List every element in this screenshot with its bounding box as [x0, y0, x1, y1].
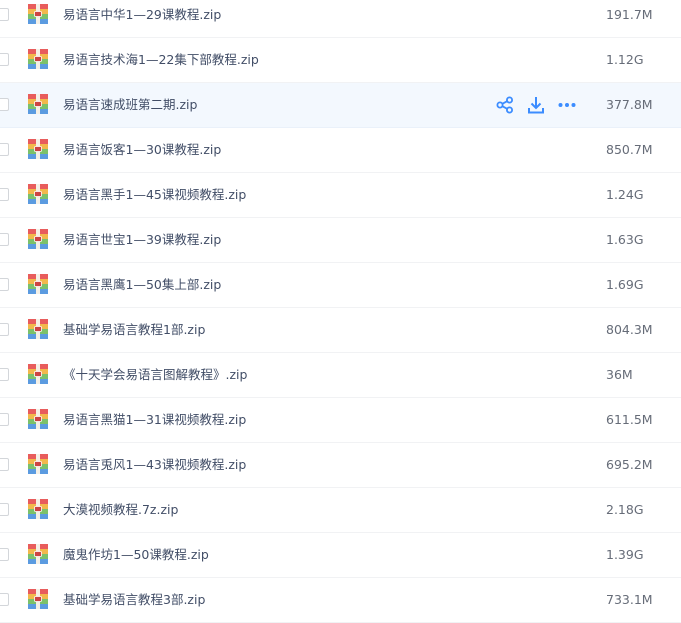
archive-file-icon	[28, 94, 48, 114]
file-name[interactable]: 基础学易语言教程1部.zip	[63, 308, 205, 352]
file-size: 1.24G	[606, 187, 644, 202]
archive-file-icon	[28, 4, 48, 24]
file-name[interactable]: 魔鬼作坊1—50课教程.zip	[63, 533, 209, 577]
archive-file-icon	[28, 229, 48, 249]
file-row[interactable]: 易语言技术海1—22集下部教程.zip 1.12G	[0, 38, 681, 83]
row-checkbox[interactable]	[0, 143, 9, 156]
file-name[interactable]: 易语言黑手1—45课视频教程.zip	[63, 173, 246, 217]
row-checkbox[interactable]	[0, 503, 9, 516]
file-row[interactable]: 易语言黑手1—45课视频教程.zip 1.24G	[0, 173, 681, 218]
file-name[interactable]: 易语言世宝1—39课教程.zip	[63, 218, 221, 262]
file-size: 1.39G	[606, 547, 644, 562]
file-row[interactable]: 易语言黑猫1—31课视频教程.zip 611.5M	[0, 398, 681, 443]
archive-file-icon	[28, 544, 48, 564]
file-name[interactable]: 易语言黑鹰1—50集上部.zip	[63, 263, 221, 307]
file-name[interactable]: 易语言黑猫1—31课视频教程.zip	[63, 398, 246, 442]
file-row[interactable]: 易语言中华1—29课教程.zip 191.7M	[0, 0, 681, 38]
file-name[interactable]: 易语言兎风1—43课视频教程.zip	[63, 443, 246, 487]
archive-file-icon	[28, 454, 48, 474]
row-checkbox[interactable]	[0, 233, 9, 246]
file-size: 611.5M	[606, 412, 653, 427]
file-size: 1.63G	[606, 232, 644, 247]
row-checkbox[interactable]	[0, 53, 9, 66]
archive-file-icon	[28, 499, 48, 519]
archive-file-icon	[28, 364, 48, 384]
archive-file-icon	[28, 589, 48, 609]
archive-file-icon	[28, 139, 48, 159]
download-icon[interactable]	[526, 95, 546, 115]
archive-file-icon	[28, 49, 48, 69]
row-checkbox[interactable]	[0, 413, 9, 426]
file-row[interactable]: 易语言黑鹰1—50集上部.zip 1.69G	[0, 263, 681, 308]
file-name[interactable]: 易语言饭客1—30课教程.zip	[63, 128, 221, 172]
row-checkbox[interactable]	[0, 458, 9, 471]
row-checkbox[interactable]	[0, 368, 9, 381]
file-row[interactable]: 大漠视频教程.7z.zip 2.18G	[0, 488, 681, 533]
file-size: 804.3M	[606, 322, 653, 337]
file-row[interactable]: 易语言兎风1—43课视频教程.zip 695.2M	[0, 443, 681, 488]
file-size: 695.2M	[606, 457, 653, 472]
file-row[interactable]: 《十天学会易语言图解教程》.zip 36M	[0, 353, 681, 398]
file-row[interactable]: 魔鬼作坊1—50课教程.zip 1.39G	[0, 533, 681, 578]
archive-file-icon	[28, 274, 48, 294]
file-size: 2.18G	[606, 502, 644, 517]
file-list: 易语言中华1—29课教程.zip 191.7M 易语言技术海1—22集下部教程.…	[0, 0, 681, 623]
file-name[interactable]: 《十天学会易语言图解教程》.zip	[63, 353, 247, 397]
file-row[interactable]: 基础学易语言教程3部.zip 733.1M	[0, 578, 681, 623]
row-checkbox[interactable]	[0, 188, 9, 201]
archive-file-icon	[28, 184, 48, 204]
file-name[interactable]: 易语言速成班第二期.zip	[63, 83, 197, 127]
row-checkbox[interactable]	[0, 593, 9, 606]
file-size: 191.7M	[606, 7, 653, 22]
file-size: 850.7M	[606, 142, 653, 157]
file-name[interactable]: 大漠视频教程.7z.zip	[63, 488, 178, 532]
row-checkbox[interactable]	[0, 98, 9, 111]
archive-file-icon	[28, 319, 48, 339]
file-size: 1.69G	[606, 277, 644, 292]
file-row[interactable]: 易语言世宝1—39课教程.zip 1.63G	[0, 218, 681, 263]
share-icon[interactable]	[495, 95, 515, 115]
file-name[interactable]: 易语言中华1—29课教程.zip	[63, 0, 221, 37]
file-row-hovered[interactable]: 易语言速成班第二期.zip 377.8M	[0, 83, 681, 128]
file-row[interactable]: 基础学易语言教程1部.zip 804.3M	[0, 308, 681, 353]
row-checkbox[interactable]	[0, 278, 9, 291]
file-size: 36M	[606, 367, 633, 382]
file-name[interactable]: 易语言技术海1—22集下部教程.zip	[63, 38, 259, 82]
archive-file-icon	[28, 409, 48, 429]
file-name[interactable]: 基础学易语言教程3部.zip	[63, 578, 205, 622]
row-checkbox[interactable]	[0, 8, 9, 21]
file-size: 733.1M	[606, 592, 653, 607]
file-row[interactable]: 易语言饭客1—30课教程.zip 850.7M	[0, 128, 681, 173]
file-size: 1.12G	[606, 52, 644, 67]
more-icon[interactable]	[557, 95, 577, 115]
row-checkbox[interactable]	[0, 548, 9, 561]
file-size: 377.8M	[606, 97, 653, 112]
row-checkbox[interactable]	[0, 323, 9, 336]
